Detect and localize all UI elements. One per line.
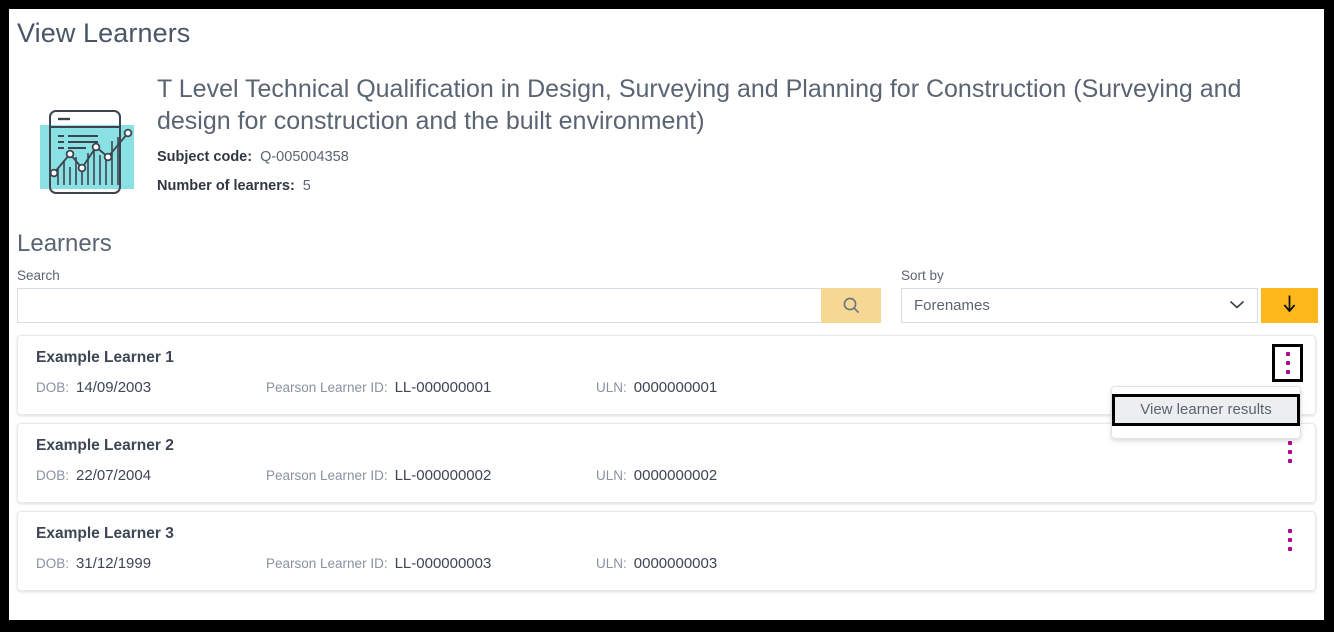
number-of-learners-value: 5 <box>303 178 311 194</box>
learner-uln: ULN: 0000000002 <box>596 468 717 485</box>
learner-details: DOB: 22/07/2004 Pearson Learner ID: LL-0… <box>36 468 1299 485</box>
learner-dob: DOB: 22/07/2004 <box>36 468 266 485</box>
chevron-down-icon <box>1229 297 1245 314</box>
uln-value: 0000000001 <box>634 380 717 397</box>
page-container: View Learners <box>9 9 1324 620</box>
search-input[interactable] <box>17 288 821 323</box>
uln-value: 0000000002 <box>634 468 717 485</box>
learner-name: Example Learner 3 <box>36 525 1299 542</box>
learner-actions-menu-button[interactable] <box>1283 523 1297 557</box>
learner-details: DOB: 31/12/1999 Pearson Learner ID: LL-0… <box>36 556 1299 573</box>
learner-id-label: Pearson Learner ID: <box>266 469 388 484</box>
learner-actions-dropdown: View learner results <box>1111 386 1301 439</box>
sort-direction-button[interactable] <box>1261 288 1318 323</box>
dob-label: DOB: <box>36 557 69 572</box>
kebab-dot <box>1288 547 1292 551</box>
page-title: View Learners <box>9 9 1324 51</box>
learner-id-label: Pearson Learner ID: <box>266 557 388 572</box>
qualification-title: T Level Technical Qualification in Desig… <box>157 73 1247 138</box>
dob-label: DOB: <box>36 469 69 484</box>
number-of-learners-row: Number of learners: 5 <box>157 178 1316 195</box>
dob-value: 22/07/2004 <box>76 468 151 485</box>
dob-label: DOB: <box>36 381 69 396</box>
learner-id: Pearson Learner ID: LL-000000002 <box>266 468 596 485</box>
arrow-down-icon <box>1282 294 1297 316</box>
search-icon <box>842 296 861 315</box>
sort-by-selected-value: Forenames <box>914 297 990 314</box>
learner-actions-menu-button[interactable] <box>1272 344 1303 382</box>
view-learner-results-menu-item[interactable]: View learner results <box>1112 394 1300 426</box>
kebab-dot <box>1288 450 1292 454</box>
learner-row[interactable]: Example Learner 1 DOB: 14/09/2003 Pearso… <box>17 335 1316 415</box>
qualification-icon-wrap <box>17 71 157 208</box>
sort-by-select[interactable]: Forenames <box>901 288 1258 323</box>
qualification-header: T Level Technical Qualification in Desig… <box>9 51 1324 208</box>
sort-by-label: Sort by <box>901 268 1318 283</box>
learner-id: Pearson Learner ID: LL-000000003 <box>266 556 596 573</box>
learner-id-value: LL-000000001 <box>395 380 492 397</box>
learner-uln: ULN: 0000000001 <box>596 380 717 397</box>
learner-id-value: LL-000000003 <box>395 556 492 573</box>
number-of-learners-label: Number of learners: <box>157 178 295 194</box>
dob-value: 14/09/2003 <box>76 380 151 397</box>
learner-name: Example Learner 1 <box>36 349 1299 366</box>
learner-list: Example Learner 1 DOB: 14/09/2003 Pearso… <box>9 323 1324 591</box>
learner-uln: ULN: 0000000003 <box>596 556 717 573</box>
uln-label: ULN: <box>596 557 627 572</box>
kebab-dot <box>1288 529 1292 533</box>
kebab-dot <box>1288 441 1292 445</box>
kebab-dot <box>1286 361 1290 365</box>
learners-controls: Search Sort by <box>9 258 1324 323</box>
kebab-dot <box>1288 459 1292 463</box>
learner-actions-menu-button[interactable] <box>1283 435 1297 469</box>
search-button[interactable] <box>821 288 881 323</box>
learner-name: Example Learner 2 <box>36 437 1299 454</box>
learner-dob: DOB: 14/09/2003 <box>36 380 266 397</box>
learner-id: Pearson Learner ID: LL-000000001 <box>266 380 596 397</box>
learner-row[interactable]: Example Learner 3 DOB: 31/12/1999 Pearso… <box>17 511 1316 591</box>
uln-label: ULN: <box>596 381 627 396</box>
learner-id-label: Pearson Learner ID: <box>266 381 388 396</box>
learner-details: DOB: 14/09/2003 Pearson Learner ID: LL-0… <box>36 380 1299 397</box>
search-group <box>17 288 881 323</box>
learners-section-heading: Learners <box>9 208 1324 258</box>
kebab-dot <box>1288 538 1292 542</box>
qualification-text: T Level Technical Qualification in Desig… <box>157 71 1316 196</box>
subject-code-row: Subject code: Q-005004358 <box>157 149 1316 166</box>
sort-field-wrap: Sort by Forenames <box>901 268 1318 323</box>
kebab-dot <box>1286 352 1290 356</box>
kebab-dot <box>1286 370 1290 374</box>
search-field-wrap: Search <box>17 268 881 323</box>
uln-value: 0000000003 <box>634 556 717 573</box>
uln-label: ULN: <box>596 469 627 484</box>
analytics-dashboard-icon <box>34 97 140 208</box>
screenshot-frame: View Learners <box>0 0 1334 632</box>
dob-value: 31/12/1999 <box>76 556 151 573</box>
search-label: Search <box>17 268 881 283</box>
learner-dob: DOB: 31/12/1999 <box>36 556 266 573</box>
learner-id-value: LL-000000002 <box>395 468 492 485</box>
subject-code-label: Subject code: <box>157 149 252 165</box>
sort-group: Forenames <box>901 288 1318 323</box>
subject-code-value: Q-005004358 <box>260 149 349 165</box>
